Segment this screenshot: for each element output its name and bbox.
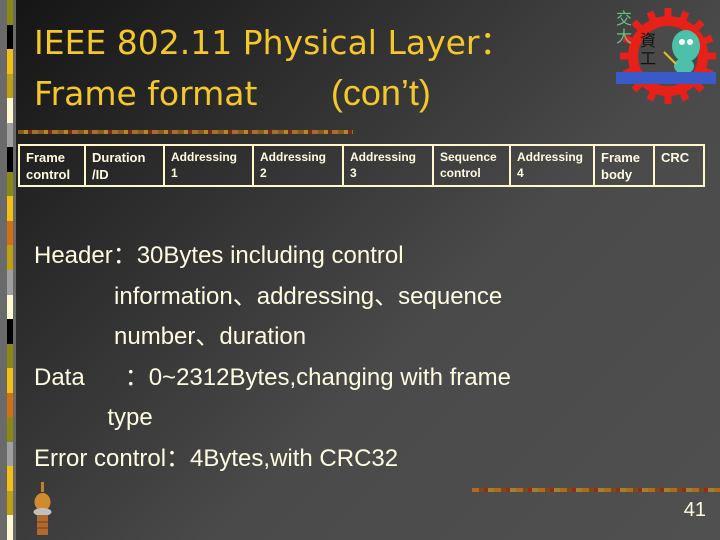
field-addressing-3: Addressing 3: [344, 146, 434, 185]
footer-divider: [472, 488, 720, 492]
slide-body: Header：30Bytes including control informa…: [34, 236, 511, 479]
title-line-2: Frame format: [34, 74, 258, 113]
field-duration-id: Duration /ID: [86, 146, 165, 185]
svg-text:工: 工: [640, 49, 656, 68]
field-addressing-1: Addressing 1: [165, 146, 254, 185]
body-line-error-control: Error control：4Bytes,with CRC32: [34, 444, 399, 472]
svg-text:交: 交: [616, 9, 632, 28]
university-gear-logo-icon: 交 大 資 工: [616, 8, 716, 104]
field-addressing-2: Addressing 2: [254, 146, 344, 185]
page-number: 41: [683, 499, 706, 521]
title-continued: (con’t): [330, 72, 431, 113]
field-crc: CRC: [661, 150, 690, 165]
bell-figurine-icon: [33, 482, 52, 535]
body-line-data: Data ：0~2312Bytes,changing with frame: [34, 363, 511, 391]
body-line-data-cont: type: [34, 404, 153, 431]
field-sequence-control: Sequence control: [434, 146, 511, 185]
title-line-1: IEEE 802.11 Physical Layer：: [34, 23, 513, 62]
frame-format-table: Frame control Duration /ID Addressing 1 …: [18, 144, 705, 187]
field-frame-control: Frame control: [20, 146, 86, 185]
title-divider: [18, 130, 353, 134]
body-line-header-cont-2: number、duration: [34, 323, 307, 350]
slide-title: IEEE 802.11 Physical Layer： Frame format…: [34, 18, 512, 119]
body-line-header: Header：30Bytes including control: [34, 242, 404, 269]
svg-text:資: 資: [640, 31, 656, 50]
field-frame-body: Frame body: [595, 146, 655, 185]
field-addressing-4: Addressing 4: [511, 146, 595, 185]
body-line-header-cont-1: information、addressing、sequence: [34, 282, 503, 310]
color-stripe-bar: [7, 0, 13, 540]
svg-text:大: 大: [616, 27, 632, 46]
